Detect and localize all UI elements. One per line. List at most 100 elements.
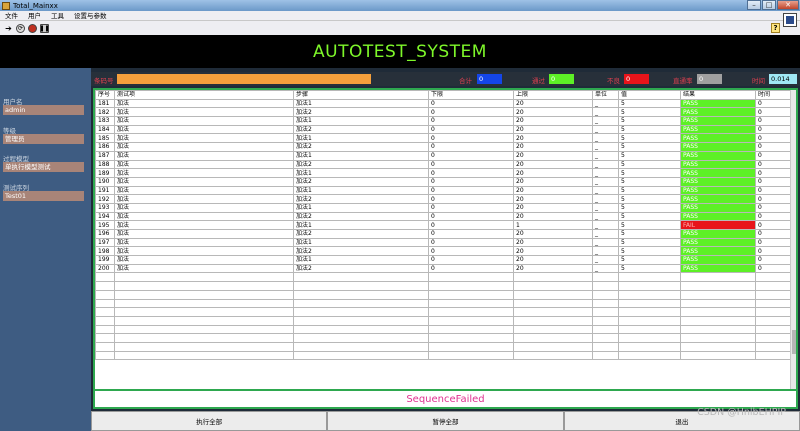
run-arrow-icon[interactable]: ➔	[4, 24, 13, 33]
cell-step: 加法1	[293, 133, 429, 144]
col-header-low[interactable]: 下限	[428, 90, 514, 100]
vertical-scrollbar[interactable]	[790, 90, 796, 404]
table-row[interactable]: 191 加法 加法1 0 20 _ 5 PASS 0	[95, 185, 793, 196]
table-row[interactable]: 196 加法 加法2 0 20 _ 5 PASS 0	[95, 229, 793, 239]
table-row[interactable]: 186 加法 加法2 0 20 _ 5 PASS 0	[95, 142, 793, 152]
cell-unit: _	[592, 168, 619, 178]
empty-cell	[95, 272, 115, 283]
table-row[interactable]: 199 加法 加法1 0 20 _ 5 PASS 0	[95, 255, 793, 265]
cell-result: PASS	[680, 159, 756, 170]
table-row[interactable]: 185 加法 加法1 0 20 _ 5 PASS 0	[95, 133, 793, 144]
cell-unit: _	[592, 150, 619, 161]
cell-step: 加法2	[293, 142, 429, 152]
col-header-high[interactable]: 上限	[513, 90, 593, 100]
cell-unit: _	[592, 124, 619, 135]
empty-cell	[95, 324, 115, 335]
col-header-item[interactable]: 测试项	[114, 90, 294, 100]
empty-cell	[680, 333, 756, 343]
empty-table-row	[95, 350, 793, 361]
table-row[interactable]: 197 加法 加法1 0 20 _ 5 PASS 0	[95, 237, 793, 248]
help-icon[interactable]: ?	[771, 23, 780, 33]
empty-cell	[114, 281, 294, 291]
cell-time: 0	[755, 255, 793, 265]
cell-result: PASS	[680, 185, 756, 196]
cell-low: 0	[428, 142, 514, 152]
table-row[interactable]: 194 加法 加法2 0 20 _ 5 PASS 0	[95, 211, 793, 222]
table-row[interactable]: 200 加法 加法2 0 20 _ 5 PASS 0	[95, 263, 793, 274]
run-all-button[interactable]: 执行全部	[91, 411, 328, 431]
empty-cell	[592, 324, 619, 335]
table-row[interactable]: 187 加法 加法1 0 20 _ 5 PASS 0	[95, 150, 793, 161]
menu-file[interactable]: 文件	[0, 11, 23, 21]
cell-result: PASS	[680, 263, 756, 274]
table-row[interactable]: 183 加法 加法1 0 20 _ 5 PASS 0	[95, 116, 793, 126]
empty-cell	[95, 315, 115, 326]
cell-low: 0	[428, 150, 514, 161]
cell-time: 0	[755, 263, 793, 274]
minimize-icon[interactable]: –	[747, 0, 761, 10]
cell-item: 加法	[114, 116, 294, 126]
empty-cell	[114, 307, 294, 317]
table-row[interactable]: 182 加法 加法2 0 20 _ 5 PASS 0	[95, 107, 793, 118]
vertical-scroll-thumb[interactable]	[792, 330, 796, 354]
cell-high: 20	[513, 237, 593, 248]
empty-cell	[680, 289, 756, 300]
cell-item: 加法	[114, 202, 294, 213]
cell-low: 0	[428, 255, 514, 265]
col-header-index[interactable]: 序号	[95, 90, 115, 100]
col-header-value[interactable]: 值	[618, 90, 681, 100]
abort-icon[interactable]	[28, 23, 37, 33]
empty-cell	[618, 324, 681, 335]
empty-cell	[428, 324, 514, 335]
pause-all-button[interactable]: 暂停全部	[327, 411, 564, 431]
cell-high: 20	[513, 98, 593, 109]
table-row[interactable]: 189 加法 加法1 0 20 _ 5 PASS 0	[95, 168, 793, 178]
cell-unit: _	[592, 116, 619, 126]
cell-unit: _	[592, 185, 619, 196]
col-header-result[interactable]: 结果	[680, 90, 756, 100]
maximize-icon[interactable]: □	[762, 0, 776, 10]
cell-item: 加法	[114, 124, 294, 135]
menu-settings[interactable]: 设置与参数	[69, 11, 112, 21]
cell-item: 加法	[114, 237, 294, 248]
cell-low: 0	[428, 98, 514, 109]
cell-index: 186	[95, 142, 115, 152]
cell-item: 加法	[114, 176, 294, 187]
cell-result: PASS	[680, 255, 756, 265]
table-row[interactable]: 192 加法 加法2 0 20 _ 5 PASS 0	[95, 194, 793, 204]
cell-value: 5	[618, 150, 681, 161]
menu-user[interactable]: 用户	[23, 11, 46, 21]
empty-cell	[428, 272, 514, 283]
serial-input[interactable]	[117, 74, 371, 84]
run-continuous-icon[interactable]: ⟳	[16, 23, 25, 33]
window-titlebar[interactable]: Total_Mainxx – □ ✕	[0, 0, 800, 11]
empty-cell	[95, 289, 115, 300]
pause-icon[interactable]: ❚❚	[39, 23, 50, 33]
table-row[interactable]: 198 加法 加法2 0 20 _ 5 PASS 0	[95, 246, 793, 257]
table-row[interactable]: 181 加法 加法1 0 20 _ 5 PASS 0	[95, 98, 793, 109]
empty-cell	[95, 298, 115, 309]
table-row[interactable]: 193 加法 加法1 0 20 _ 5 PASS 0	[95, 202, 793, 213]
empty-table-row	[95, 324, 793, 335]
table-row[interactable]: 188 加法 加法2 0 20 _ 5 PASS 0	[95, 159, 793, 170]
empty-cell	[618, 341, 681, 352]
table-row[interactable]: 184 加法 加法2 0 20 _ 5 PASS 0	[95, 124, 793, 135]
sequence-status-box: SequenceFailed	[93, 389, 798, 409]
cell-item: 加法	[114, 255, 294, 265]
close-icon[interactable]: ✕	[777, 0, 799, 10]
col-header-step[interactable]: 步骤	[293, 90, 429, 100]
empty-cell	[618, 333, 681, 343]
table-row[interactable]: 195 加法 加法1 0 1 _ 5 FAIL 0	[95, 220, 793, 230]
empty-cell	[755, 315, 793, 326]
cell-high: 20	[513, 159, 593, 170]
col-header-unit[interactable]: 单位	[592, 90, 619, 100]
empty-cell	[513, 333, 593, 343]
col-header-time[interactable]: 时间	[755, 90, 793, 100]
cell-index: 182	[95, 107, 115, 118]
empty-cell	[755, 333, 793, 343]
menu-tools[interactable]: 工具	[46, 11, 69, 21]
cell-unit: _	[592, 98, 619, 109]
cell-unit: _	[592, 220, 619, 230]
table-row[interactable]: 190 加法 加法2 0 20 _ 5 PASS 0	[95, 176, 793, 187]
cell-step: 加法1	[293, 220, 429, 230]
